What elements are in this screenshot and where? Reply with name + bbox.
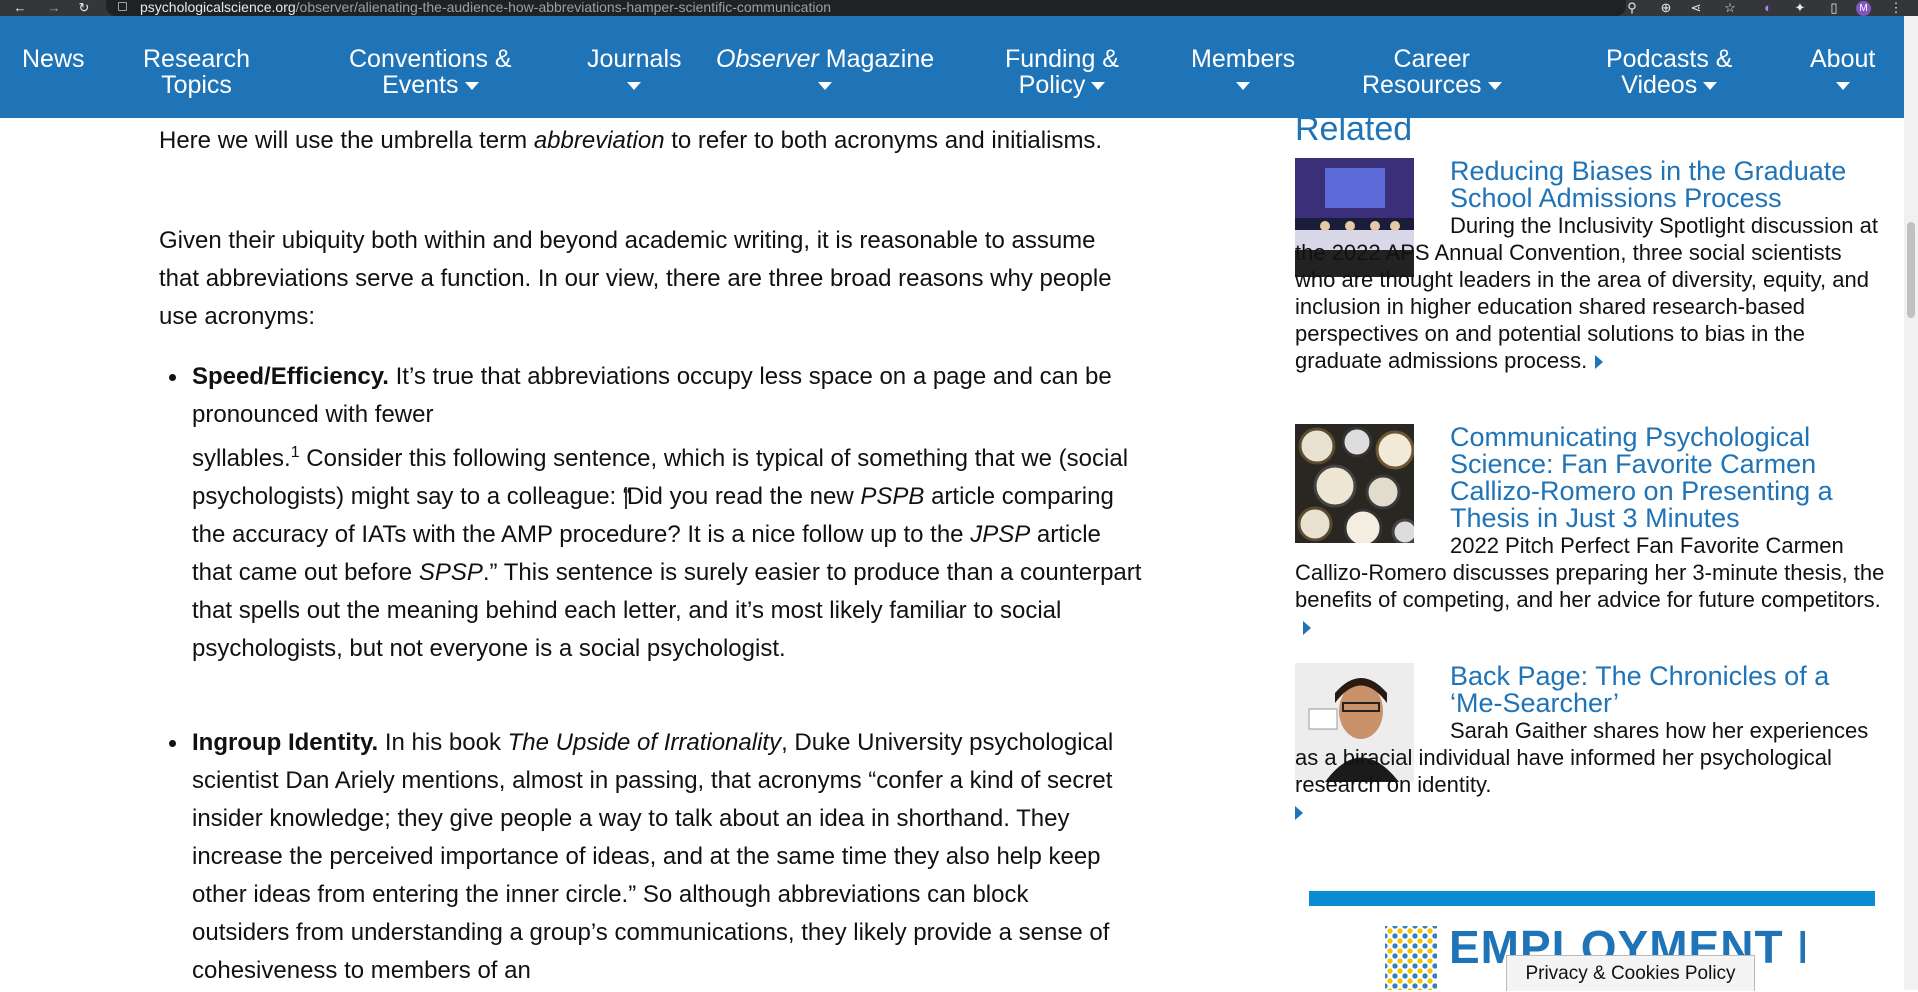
menu-icon[interactable]: ⋮ (1886, 0, 1906, 16)
bullet-icon (169, 740, 176, 747)
arrow-right-icon[interactable] (1295, 806, 1303, 821)
chevron-down-icon (1703, 82, 1718, 91)
address-bar[interactable]: psychologicalscience.org/observer/aliena… (106, 0, 1626, 16)
arrow-left-icon[interactable]: ← (10, 0, 30, 16)
arrow-right-icon[interactable] (1595, 355, 1604, 370)
puzzle-icon[interactable]: ✦ (1790, 0, 1810, 16)
chevron-down-icon (1091, 82, 1106, 91)
related-title-link[interactable]: Communicating Psychological Science: Fan… (1450, 424, 1880, 532)
share-icon[interactable]: ⋖ (1686, 0, 1706, 16)
paragraph: Here we will use the umbrella term abbre… (159, 127, 1103, 154)
related-description: During the Inclusivity Spotlight discuss… (1295, 213, 1878, 373)
nav-item-observer-magazine[interactable]: Observer Magazine (716, 46, 934, 98)
nav-item-journals[interactable]: Journals (587, 46, 682, 98)
url-text: psychologicalscience.org/observer/aliena… (140, 0, 832, 15)
avatar[interactable]: M (1856, 1, 1871, 16)
lock-icon (118, 2, 127, 11)
related-title-link[interactable]: Reducing Biases in the Graduate School A… (1450, 158, 1880, 212)
scrollbar-thumb[interactable] (1907, 222, 1915, 318)
chevron-down-icon (627, 82, 642, 91)
arrow-right-icon[interactable]: → (44, 0, 64, 16)
chevron-down-icon (1236, 82, 1251, 91)
nav-item-news[interactable]: News (22, 46, 85, 72)
divider (1309, 891, 1875, 906)
sidebar-icon[interactable]: ▯ (1824, 0, 1844, 16)
list-item: Ingroup Identity. In his book The Upside… (169, 724, 1142, 990)
reload-icon[interactable]: ↻ (74, 0, 94, 16)
scrollbar[interactable] (1904, 16, 1918, 990)
nav-item-career-resources[interactable]: Career Resources (1362, 46, 1502, 98)
zoom-icon[interactable]: ⊕ (1656, 0, 1676, 16)
nav-item-about[interactable]: About (1810, 46, 1875, 98)
chevron-down-icon (464, 82, 479, 91)
nav-item-podcasts-videos[interactable]: Podcasts & Videos (1606, 46, 1732, 98)
paragraph: Given their ubiquity both within and bey… (159, 227, 1112, 330)
related-title-link[interactable]: Back Page: The Chronicles of a ‘Me-Searc… (1450, 663, 1880, 717)
arrow-right-icon[interactable] (1303, 621, 1311, 636)
extension-icon[interactable]: ◐ (1758, 0, 1778, 16)
chevron-down-icon (1835, 82, 1850, 91)
main-nav: News Research Topics Conventions & Events … (0, 16, 1904, 118)
browser-toolbar: ← → ↻ psychologicalscience.org/observer/… (0, 0, 1918, 16)
nav-item-research-topics[interactable]: Research Topics (143, 46, 250, 98)
related-description: Sarah Gaither shares how her experiences… (1295, 717, 1885, 825)
privacy-cookies-button[interactable]: Privacy & Cookies Policy (1506, 955, 1755, 991)
nav-item-funding-policy[interactable]: Funding & Policy (1005, 46, 1119, 98)
logo-dots-icon (1385, 926, 1437, 990)
chevron-down-icon (1487, 82, 1502, 91)
bullet-icon (169, 374, 176, 381)
chevron-down-icon (818, 82, 833, 91)
nav-item-members[interactable]: Members (1191, 46, 1295, 98)
related-description: 2022 Pitch Perfect Fan Favorite Carmen C… (1295, 532, 1885, 640)
list-item: Speed/Efficiency. It’s true that abbrevi… (169, 358, 1142, 668)
nav-item-conventions-events[interactable]: Conventions & Events (349, 46, 512, 98)
related-heading: Related (1295, 110, 1413, 148)
star-icon[interactable]: ☆ (1720, 0, 1740, 16)
search-icon[interactable]: ⚲ (1622, 0, 1642, 16)
related-thumbnail[interactable] (1295, 424, 1414, 543)
